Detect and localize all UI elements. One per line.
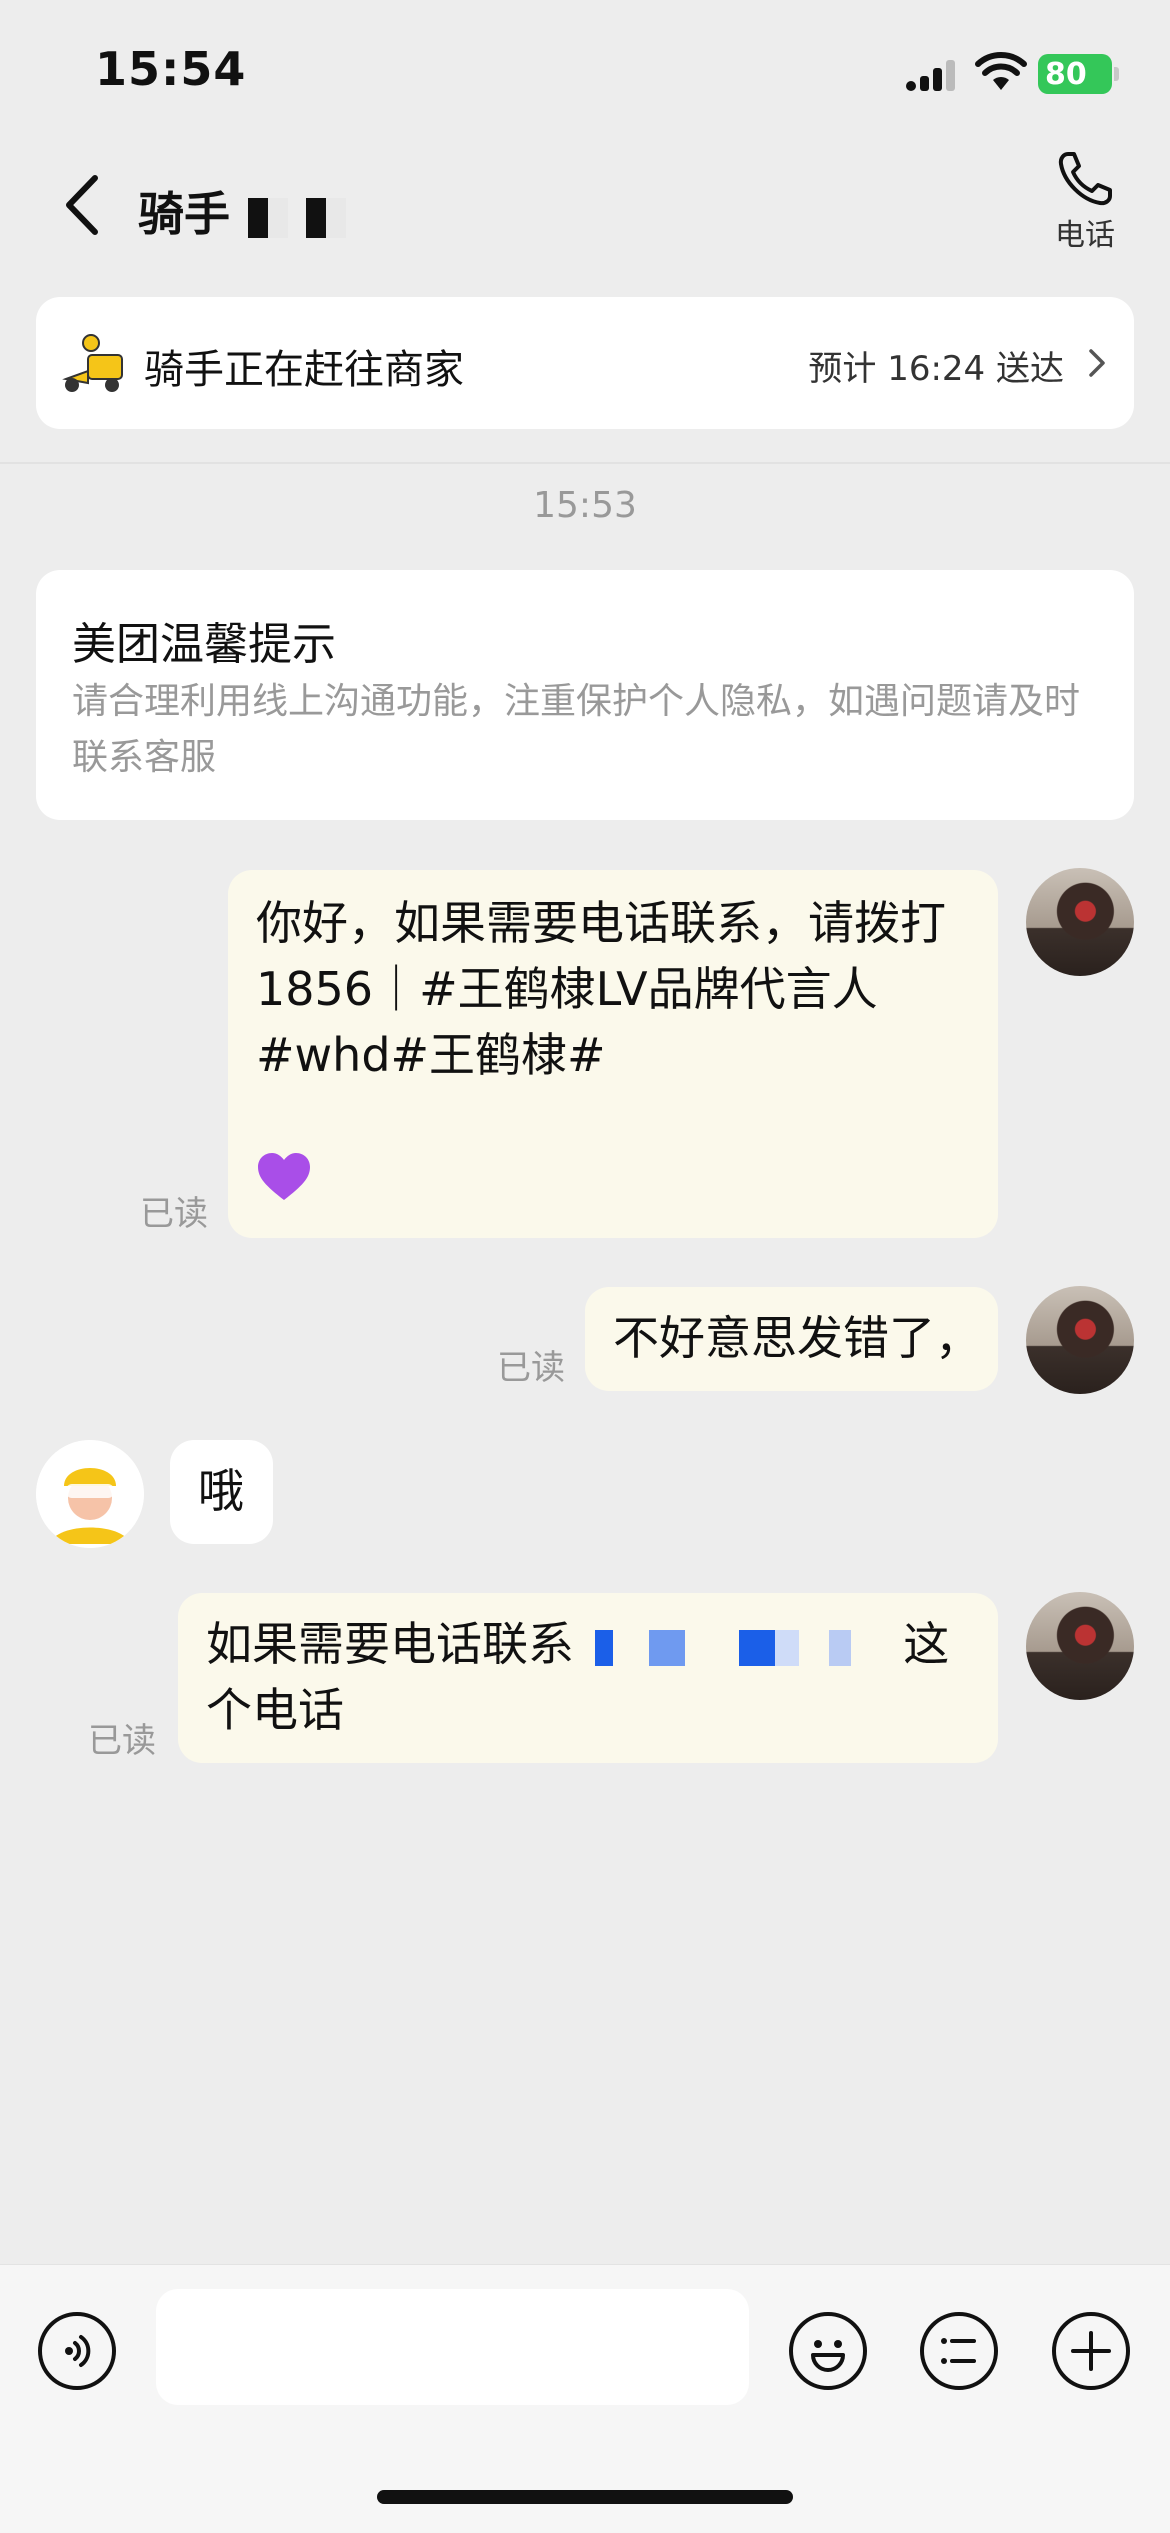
message-text: 如果需要电话联系 — [206, 1617, 574, 1671]
more-button[interactable] — [1052, 2312, 1130, 2390]
nav-bar: 骑手 电话 — [0, 140, 1170, 270]
plus-icon — [1071, 2331, 1111, 2371]
back-icon[interactable] — [55, 170, 115, 240]
rider-status-card[interactable]: 骑手正在赶往商家 预计 16:24 送达 — [36, 297, 1134, 429]
rider-avatar[interactable] — [36, 1440, 144, 1548]
message-line: 如果需要电话联系 这 — [206, 1611, 970, 1677]
purple-heart-emoji — [258, 1153, 310, 1200]
message-text: 这 — [903, 1617, 950, 1671]
read-receipt: 已读 — [497, 1348, 565, 1388]
notice-body: 请合理利用线上沟通功能，注重保护个人隐私，如遇问题请及时联系客服 — [72, 681, 1081, 778]
redacted-name-mosaic — [248, 197, 288, 238]
voice-button[interactable] — [38, 2312, 116, 2390]
chat-timestamp: 15:53 — [533, 485, 637, 526]
message-line: #whd#王鹤棣# — [256, 1028, 606, 1082]
read-receipt: 已读 — [140, 1194, 208, 1234]
wifi-icon — [975, 52, 1027, 90]
quick-reply-icon — [941, 2338, 976, 2364]
message-line: 1856｜#王鹤棣LV品牌代言人 — [256, 962, 878, 1016]
my-avatar[interactable] — [1026, 868, 1134, 976]
notice-title: 美团温馨提示 — [72, 619, 336, 670]
phone-icon — [1058, 152, 1112, 206]
home-indicator — [377, 2490, 793, 2504]
status-bar: 15:54 80 — [0, 0, 1170, 140]
emoji-icon — [811, 2340, 845, 2372]
message-input[interactable] — [156, 2289, 749, 2405]
read-receipt: 已读 — [88, 1721, 156, 1761]
divider — [0, 462, 1170, 464]
message-bubble-outgoing[interactable]: 你好，如果需要电话联系，请拨打 1856｜#王鹤棣LV品牌代言人 #whd#王鹤… — [228, 870, 998, 1238]
battery-tip — [1114, 67, 1119, 81]
call-label: 电话 — [1055, 218, 1115, 253]
battery-indicator: 80 — [1038, 54, 1119, 94]
message-bubble-incoming[interactable]: 哦 — [170, 1440, 273, 1544]
chevron-right-icon — [1089, 349, 1105, 377]
chat-title: 骑手 — [138, 178, 346, 244]
message-bubble-outgoing[interactable]: 如果需要电话联系 这 个电话 — [178, 1593, 998, 1763]
system-notice-card: 美团温馨提示 请合理利用线上沟通功能，注重保护个人隐私，如遇问题请及时联系客服 — [36, 570, 1134, 820]
quick-reply-button[interactable] — [920, 2312, 998, 2390]
redacted-phone-mosaic — [588, 1629, 889, 1666]
message-line: 你好，如果需要电话联系，请拨打 — [256, 896, 946, 950]
cellular-signal-icon — [906, 60, 955, 91]
rider-avatar-icon — [36, 1440, 144, 1548]
rider-status-text: 骑手正在赶往商家 — [144, 347, 464, 393]
call-button[interactable]: 电话 — [1040, 140, 1130, 260]
my-avatar[interactable] — [1026, 1286, 1134, 1394]
voice-icon — [65, 2335, 91, 2367]
emoji-button[interactable] — [789, 2312, 867, 2390]
message-bubble-outgoing[interactable]: 不好意思发错了， — [585, 1287, 998, 1391]
my-avatar[interactable] — [1026, 1592, 1134, 1700]
delivery-eta: 预计 16:24 送达 — [808, 349, 1064, 389]
status-time: 15:54 — [95, 42, 247, 96]
message-line: 个电话 — [206, 1683, 344, 1737]
rider-scooter-icon — [62, 334, 123, 392]
battery-level: 80 — [1045, 57, 1087, 92]
redacted-name-mosaic — [306, 197, 346, 238]
chat-title-text: 骑手 — [138, 187, 230, 241]
